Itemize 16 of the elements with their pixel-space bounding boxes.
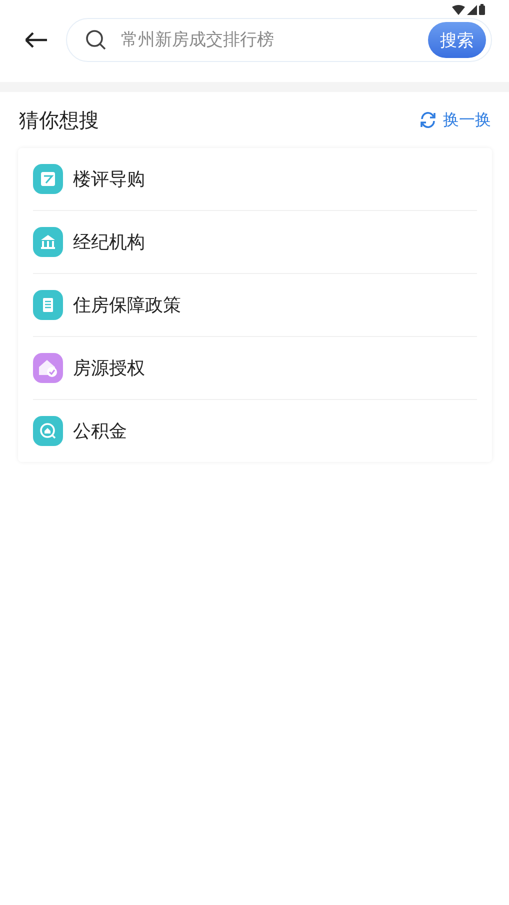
search-icon	[85, 29, 107, 51]
search-field[interactable]: 常州新房成交排行榜 搜索	[66, 18, 492, 62]
suggestion-item[interactable]: 公积金	[73, 419, 127, 443]
suggestion-item[interactable]: 经纪机构	[73, 230, 145, 254]
refresh-button[interactable]: 换一换	[419, 110, 491, 130]
battery-icon	[479, 4, 485, 15]
refresh-icon	[419, 111, 437, 129]
search-input[interactable]: 常州新房成交排行榜	[119, 29, 416, 51]
section-title: 猜你想搜	[19, 106, 99, 134]
back-arrow-icon[interactable]	[24, 31, 48, 49]
suggestion-item[interactable]: 住房保障政策	[73, 293, 181, 317]
wifi-icon	[452, 4, 465, 14]
suggestion-item[interactable]: 房源授权	[73, 356, 145, 380]
search-button[interactable]: 搜索	[428, 22, 486, 58]
signal-icon	[467, 4, 477, 14]
suggestion-item[interactable]: 楼评导购	[73, 167, 145, 191]
